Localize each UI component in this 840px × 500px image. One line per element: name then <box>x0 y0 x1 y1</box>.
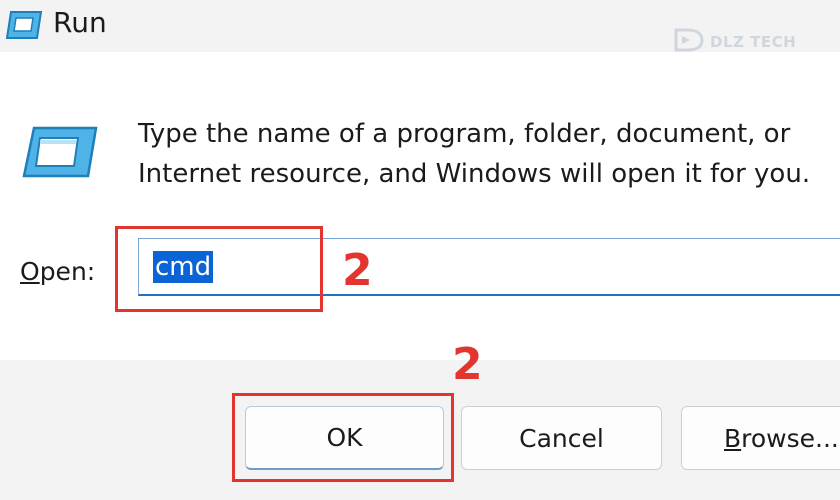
open-label-text: pen: <box>39 257 96 286</box>
dialog-body: Type the name of a program, folder, docu… <box>0 52 840 360</box>
highlight-box-input <box>115 226 323 312</box>
step-number-ok: 2 <box>452 339 483 390</box>
ok-button[interactable]: OK <box>245 406 444 470</box>
run-dialog-icon <box>22 126 98 182</box>
cancel-button[interactable]: Cancel <box>461 406 662 470</box>
description-line-1: Type the name of a program, folder, docu… <box>138 119 791 149</box>
open-label-accelerator: O <box>20 257 40 286</box>
dialog-description: Type the name of a program, folder, docu… <box>138 114 838 194</box>
window-title: Run <box>53 6 107 39</box>
step-number-input: 2 <box>342 245 373 296</box>
browse-accelerator: B <box>724 423 742 453</box>
watermark-text: DLZ TECH <box>710 33 797 51</box>
browse-label: rowse... <box>741 423 839 453</box>
open-label: Open: <box>20 252 95 292</box>
browse-button[interactable]: Browse... <box>681 406 840 470</box>
description-line-2: Internet resource, and Windows will open… <box>138 159 811 189</box>
title-bar: Run DLZ TECH <box>0 0 840 52</box>
run-app-icon <box>5 10 44 44</box>
